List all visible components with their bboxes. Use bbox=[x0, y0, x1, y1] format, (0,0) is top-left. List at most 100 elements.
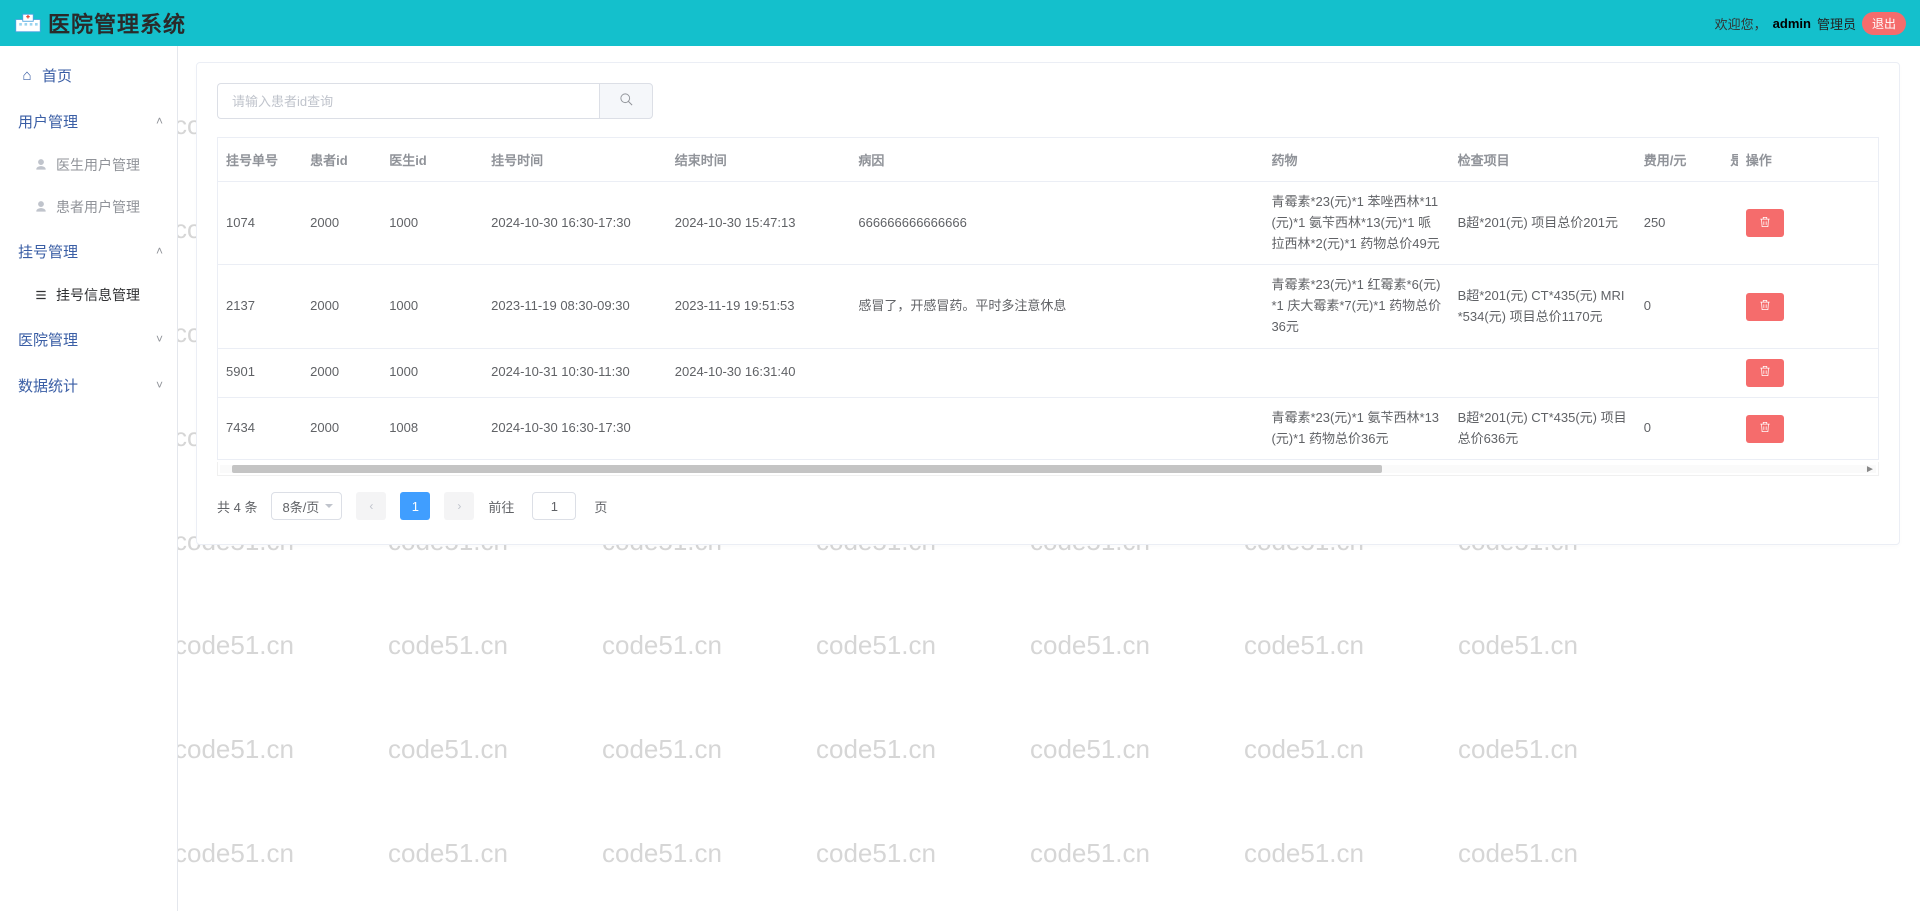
page-size-select[interactable]: 8条/页 bbox=[271, 492, 342, 520]
cell: 1000 bbox=[381, 182, 483, 265]
sidebar-group-0[interactable]: 用户管理 ˄ bbox=[0, 98, 177, 144]
sidebar-group-label: 挂号管理 bbox=[18, 241, 78, 262]
cell: 2000 bbox=[302, 348, 381, 397]
cell: 1000 bbox=[381, 348, 483, 397]
table-row: 5901200010002024-10-31 10:30-11:302024-1… bbox=[218, 348, 1878, 397]
delete-button[interactable] bbox=[1746, 209, 1784, 237]
trash-icon bbox=[1758, 215, 1772, 232]
scrollbar-thumb[interactable] bbox=[232, 465, 1382, 473]
cell: 2024-10-30 16:31:40 bbox=[667, 348, 851, 397]
sidebar-item-0-0[interactable]: 医生用户管理 bbox=[0, 144, 177, 186]
cell: 7434 bbox=[218, 397, 302, 460]
chevron-up-icon: ˄ bbox=[156, 114, 163, 128]
app-header: 医院管理系统 欢迎您， admin 管理员 退出 bbox=[0, 0, 1920, 46]
pagination: 共 4 条 8条/页 ‹ 1 › 前往 页 bbox=[217, 492, 1879, 520]
sidebar-group-label: 用户管理 bbox=[18, 111, 78, 132]
cell bbox=[667, 397, 851, 460]
main-content: 挂号单号患者id医生id挂号时间结束时间病因药物检查项目费用/元是操作 1074… bbox=[196, 62, 1900, 545]
sidebar-group-label: 医院管理 bbox=[18, 329, 78, 350]
cell: 1074 bbox=[218, 182, 302, 265]
goto-suffix: 页 bbox=[594, 497, 607, 516]
sidebar-group-2[interactable]: 医院管理 ˅ bbox=[0, 316, 177, 362]
registration-table: 挂号单号患者id医生id挂号时间结束时间病因药物检查项目费用/元是操作 1074… bbox=[218, 138, 1878, 460]
cell bbox=[1722, 397, 1737, 460]
search-input[interactable] bbox=[217, 83, 599, 119]
cell bbox=[1263, 348, 1449, 397]
col-header-9: 是 bbox=[1722, 138, 1737, 182]
cell: 1000 bbox=[381, 265, 483, 348]
cell: 2023-11-19 19:51:53 bbox=[667, 265, 851, 348]
content-card: 挂号单号患者id医生id挂号时间结束时间病因药物检查项目费用/元是操作 1074… bbox=[196, 62, 1900, 545]
sidebar-group-3[interactable]: 数据统计˅ bbox=[0, 362, 177, 408]
sidebar: ⌂ 首页 用户管理 ˄ 医生用户管理患者用户管理挂号管理˄ 挂号信息管理医院管理 ˅ 数据… bbox=[0, 46, 178, 911]
cell: 2024-10-30 15:47:13 bbox=[667, 182, 851, 265]
cell: 青霉素*23(元)*1 红霉素*6(元)*1 庆大霉素*7(元)*1 药物总价3… bbox=[1263, 265, 1449, 348]
cell bbox=[850, 397, 1263, 460]
user-role: 管理员 bbox=[1817, 14, 1856, 33]
cell: 2000 bbox=[302, 265, 381, 348]
cell: B超*201(元) CT*435(元) MRI*534(元) 项目总价1170元 bbox=[1450, 265, 1636, 348]
sidebar-item-label: 挂号信息管理 bbox=[56, 285, 140, 305]
cell: 0 bbox=[1636, 265, 1723, 348]
sidebar-item-home[interactable]: ⌂ 首页 bbox=[0, 52, 177, 98]
sidebar-item-label: 医生用户管理 bbox=[56, 155, 140, 175]
trash-icon bbox=[1758, 298, 1772, 315]
page-1-button[interactable]: 1 bbox=[400, 492, 430, 520]
delete-button[interactable] bbox=[1746, 415, 1784, 443]
sidebar-item-label: 患者用户管理 bbox=[56, 197, 140, 217]
list-icon bbox=[32, 288, 50, 302]
cell: B超*201(元) CT*435(元) 项目总价636元 bbox=[1450, 397, 1636, 460]
delete-button[interactable] bbox=[1746, 359, 1784, 387]
cell: 2137 bbox=[218, 265, 302, 348]
chevron-down-icon: ˅ bbox=[156, 332, 163, 346]
col-header-1: 患者id bbox=[302, 138, 381, 182]
next-page-button[interactable]: › bbox=[444, 492, 474, 520]
table-wrapper: 挂号单号患者id医生id挂号时间结束时间病因药物检查项目费用/元是操作 1074… bbox=[217, 137, 1879, 460]
sidebar-group-1[interactable]: 挂号管理˄ bbox=[0, 228, 177, 274]
user-name: admin bbox=[1773, 16, 1811, 31]
col-header-5: 病因 bbox=[850, 138, 1263, 182]
col-header-2: 医生id bbox=[381, 138, 483, 182]
goto-page-input[interactable] bbox=[532, 492, 576, 520]
welcome-text: 欢迎您， bbox=[1715, 14, 1767, 33]
cell: 2000 bbox=[302, 182, 381, 265]
col-header-10: 操作 bbox=[1738, 138, 1878, 182]
logout-button[interactable]: 退出 bbox=[1862, 12, 1906, 35]
cell: 青霉素*23(元)*1 氨苄西林*13(元)*1 药物总价36元 bbox=[1263, 397, 1449, 460]
col-header-0: 挂号单号 bbox=[218, 138, 302, 182]
col-header-4: 结束时间 bbox=[667, 138, 851, 182]
search-icon bbox=[619, 92, 634, 110]
cell: 250 bbox=[1636, 182, 1723, 265]
home-icon: ⌂ bbox=[18, 67, 36, 84]
delete-button[interactable] bbox=[1746, 293, 1784, 321]
app-title: 医院管理系统 bbox=[48, 7, 186, 39]
col-header-6: 药物 bbox=[1263, 138, 1449, 182]
col-header-8: 费用/元 bbox=[1636, 138, 1723, 182]
header-right: 欢迎您， admin 管理员 退出 bbox=[1715, 12, 1906, 35]
sidebar-item-0-1[interactable]: 患者用户管理 bbox=[0, 186, 177, 228]
sidebar-home-label: 首页 bbox=[42, 65, 72, 86]
table-row: 7434200010082024-10-30 16:30-17:30青霉素*23… bbox=[218, 397, 1878, 460]
cell: 感冒了，开感冒药。平时多注意休息 bbox=[850, 265, 1263, 348]
cell: 2000 bbox=[302, 397, 381, 460]
sidebar-group-label: 数据统计 bbox=[18, 375, 78, 396]
cell: 2023-11-19 08:30-09:30 bbox=[483, 265, 667, 348]
col-header-3: 挂号时间 bbox=[483, 138, 667, 182]
user-icon bbox=[32, 158, 50, 172]
cell: 2024-10-30 16:30-17:30 bbox=[483, 182, 667, 265]
sidebar-item-1-0[interactable]: 挂号信息管理 bbox=[0, 274, 177, 316]
cell: 1008 bbox=[381, 397, 483, 460]
scroll-right-icon: ► bbox=[1864, 463, 1876, 475]
search-button[interactable] bbox=[599, 83, 653, 119]
table-row: 2137200010002023-11-19 08:30-09:302023-1… bbox=[218, 265, 1878, 348]
cell: 青霉素*23(元)*1 苯唑西林*11(元)*1 氨苄西林*13(元)*1 哌拉… bbox=[1263, 182, 1449, 265]
cell: 666666666666666 bbox=[850, 182, 1263, 265]
hospital-logo-icon bbox=[14, 12, 42, 34]
cell bbox=[1722, 265, 1737, 348]
cell bbox=[1450, 348, 1636, 397]
table-row: 1074200010002024-10-30 16:30-17:302024-1… bbox=[218, 182, 1878, 265]
prev-page-button[interactable]: ‹ bbox=[356, 492, 386, 520]
cell: B超*201(元) 项目总价201元 bbox=[1450, 182, 1636, 265]
horizontal-scrollbar[interactable]: ◄ ► bbox=[217, 462, 1879, 476]
cell bbox=[1722, 348, 1737, 397]
